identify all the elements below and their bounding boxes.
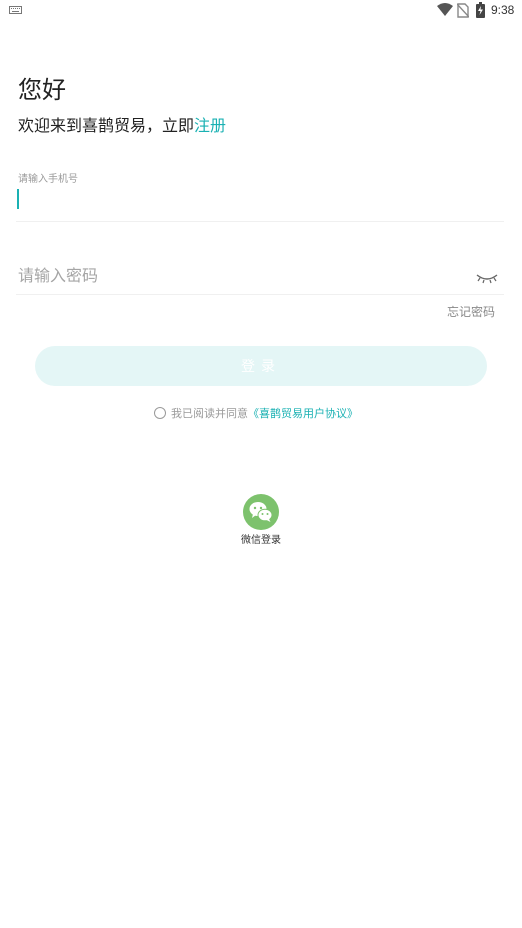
welcome-prefix: 欢迎来到喜鹊贸易，立即 [18,116,195,135]
wechat-icon [249,502,273,522]
forgot-password-link[interactable]: 忘记密码 [447,304,495,320]
agreement-link[interactable]: 《喜鹊贸易用户协议》 [248,407,358,420]
password-input[interactable] [18,263,458,287]
eye-closed-icon[interactable] [475,272,499,284]
page-title: 您好 [18,76,66,104]
status-time: 9:38 [491,3,515,17]
wifi-icon [437,3,453,16]
welcome-text: 欢迎来到喜鹊贸易，立即注册 [18,115,226,137]
phone-input[interactable] [22,187,482,211]
login-screen: 9:38 您好 欢迎来到喜鹊贸易，立即注册 请输入手机号 忘记密码 登录 我已阅… [0,0,522,928]
password-divider [16,294,504,295]
no-sim-icon [457,3,469,18]
login-button[interactable]: 登录 [35,346,487,386]
agreement-prefix: 我已阅读并同意 [171,407,248,420]
status-bar: 9:38 [0,0,522,24]
text-cursor [17,189,19,209]
battery-charging-icon [476,2,485,18]
phone-field-label: 请输入手机号 [18,174,78,185]
keyboard-icon [9,6,22,14]
register-link[interactable]: 注册 [194,116,226,135]
wechat-login-button[interactable] [243,494,279,530]
agreement-text: 我已阅读并同意《喜鹊贸易用户协议》 [171,406,358,421]
agreement-checkbox[interactable] [154,407,166,419]
wechat-login-label[interactable]: 微信登录 [231,534,291,548]
phone-divider [16,221,504,222]
